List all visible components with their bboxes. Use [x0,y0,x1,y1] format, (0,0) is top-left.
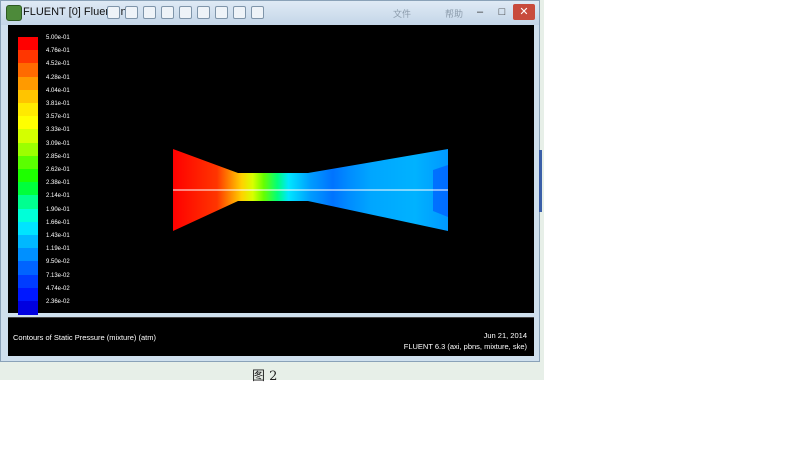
graphics-viewport[interactable]: 5.00e-01 4.76e-01 4.52e-01 4.28e-01 4.04e-01… [8,25,534,315]
contour-title: Contours of Static Pressure (mixture) (a… [13,333,156,342]
settings-icon[interactable] [125,6,138,19]
ghost-menu-right: 帮助 [445,9,464,19]
exit-high-gradient [433,165,448,217]
title-bar[interactable]: FLUENT [0] Fluent Inc 文件 帮助 – □ ✕ [1,1,539,25]
plot-date: Jun 21, 2014 [483,331,527,340]
nozzle-contour-plot [173,149,448,231]
figure-caption: 图 2 [252,369,278,384]
grid-icon[interactable] [233,6,246,19]
draw-icon[interactable] [251,6,264,19]
cursor-icon[interactable] [143,6,156,19]
close-button[interactable]: ✕ [513,4,535,20]
probe-icon[interactable] [161,6,174,19]
print-icon[interactable] [107,6,120,19]
minimize-button[interactable]: – [469,4,491,20]
side-scroll-indicator [539,150,542,212]
layout-icon[interactable] [179,6,192,19]
fluent-app-icon [6,5,22,21]
ghost-menu-left: 文件 [393,9,412,19]
solver-version: FLUENT 6.3 (axi, pbns, mixture, ske) [403,342,527,351]
color-icon[interactable] [197,6,210,19]
plot-caption-panel: Contours of Static Pressure (mixture) (a… [8,317,534,356]
maximize-button[interactable]: □ [491,4,513,20]
fluent-window: FLUENT [0] Fluent Inc 文件 帮助 – □ ✕ 5.00e-… [0,0,540,362]
view-icon[interactable] [215,6,228,19]
